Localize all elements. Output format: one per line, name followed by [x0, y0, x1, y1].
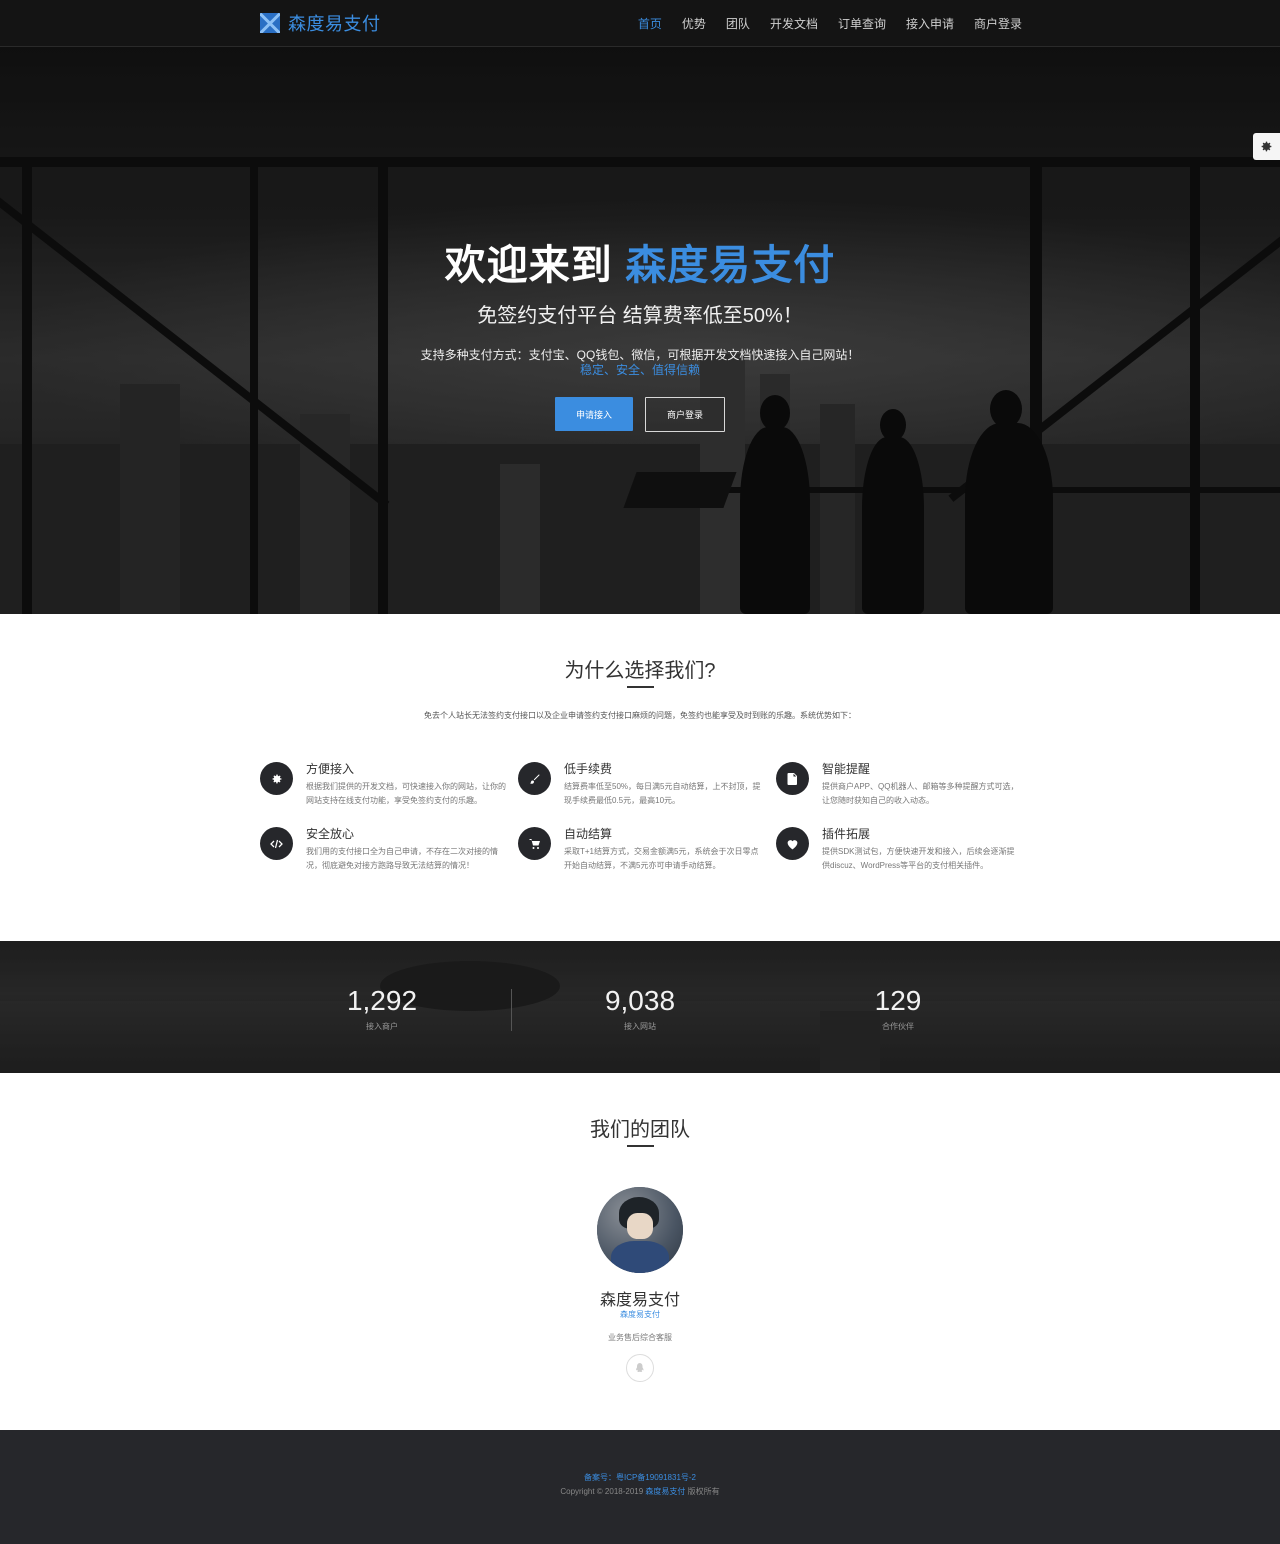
feature-icon-badge: [260, 827, 293, 860]
hero-title-accent: 森度易支付: [625, 242, 836, 288]
feature-plugins: 插件拓展 提供SDK测试包，方便快速开发和接入，后续会逐渐提供discuz、Wo…: [776, 825, 1026, 885]
document-icon: [787, 772, 797, 785]
hero-title: 欢迎来到 森度易支付: [0, 231, 1280, 291]
feature-title: 安全放心: [306, 827, 355, 841]
hero-overlay: [0, 47, 1280, 614]
gear-icon: [1261, 141, 1272, 152]
nav-item-apply[interactable]: 接入申请: [906, 15, 954, 32]
feature-icon-badge: [518, 827, 551, 860]
brand-logo-icon: [260, 13, 280, 33]
brand[interactable]: 森度易支付: [260, 12, 381, 34]
stat-label: 合作伙伴: [882, 1022, 914, 1031]
nav-item-advantages[interactable]: 优势: [682, 15, 706, 32]
member-name: 森度易支付: [599, 1292, 680, 1309]
footer-icp-link[interactable]: 备案号：粤ICP备19091831号-2: [0, 1472, 1280, 1483]
feature-title: 智能提醒: [822, 762, 871, 776]
feature-icon-badge: [776, 762, 809, 795]
why-section-title: 为什么选择我们?: [564, 660, 716, 682]
feature-text: 根据我们提供的开发文档，可快速接入你的网站，让你的网站支持在线支付功能，享受免签…: [306, 782, 506, 805]
feature-secure: 安全放心 我们用的支付接口全为自己申请，不存在二次对接的情况，彻底避免对接方跑路…: [260, 825, 510, 885]
feature-title: 插件拓展: [822, 827, 871, 841]
feature-low-fee: 低手续费 结算费率低至50%，每日满5元自动结算，上不封顶，提现手续费最低0.5…: [518, 760, 768, 820]
feature-icon-badge: [518, 762, 551, 795]
heart-icon: [787, 839, 798, 849]
stat-value: 1,292: [346, 985, 418, 1016]
hero-title-prefix: 欢迎来到: [444, 242, 613, 288]
stat-label: 接入网站: [624, 1022, 656, 1031]
settings-toggle[interactable]: [1253, 133, 1280, 160]
top-navbar: 森度易支付 首页 优势 团队 开发文档 订单查询 接入申请 商户登录: [0, 0, 1280, 47]
qq-contact-button[interactable]: [626, 1354, 654, 1382]
feature-icon-badge: [260, 762, 293, 795]
copyright-brand-link[interactable]: 森度易支付: [645, 1487, 685, 1496]
feature-text: 提供商户APP、QQ机器人、邮箱等多种提醒方式可选，让您随时获知自己的收入动态。: [822, 782, 1019, 805]
stat-value: 9,038: [604, 985, 676, 1016]
copyright-suffix: 版权所有: [687, 1487, 720, 1496]
nav-menu: 首页 优势 团队 开发文档 订单查询 接入申请 商户登录: [618, 0, 1022, 46]
why-title-divider: [627, 686, 654, 688]
feature-smart-alert: 智能提醒 提供商户APP、QQ机器人、邮箱等多种提醒方式可选，让您随时获知自己的…: [776, 760, 1026, 820]
feature-title: 方便接入: [306, 762, 355, 776]
team-section-title: 我们的团队: [590, 1119, 690, 1141]
member-role: 森度易支付: [620, 1310, 660, 1319]
merchant-login-button[interactable]: 商户登录: [645, 397, 725, 432]
stats-section: 1,292 接入商户 9,038 接入网站 129 合作伙伴: [0, 941, 1280, 1073]
nav-item-home[interactable]: 首页: [638, 15, 662, 32]
cart-icon: [529, 838, 540, 849]
feature-text: 采取T+1结算方式，交易金额满5元，系统会于次日零点开始自动结算，不满5元亦可申…: [564, 847, 759, 870]
nav-item-team[interactable]: 团队: [726, 15, 750, 32]
feature-text: 提供SDK测试包，方便快速开发和接入，后续会逐渐提供discuz、WordPre…: [822, 847, 1015, 870]
apply-button[interactable]: 申请接入: [555, 397, 633, 431]
hero-subtitle: 免签约支付平台 结算费率低至50%！: [477, 305, 803, 327]
stat-separator: [511, 989, 512, 1031]
feature-title: 低手续费: [564, 762, 613, 776]
feature-easy-access: 方便接入 根据我们提供的开发文档，可快速接入你的网站，让你的网站支持在线支付功能…: [260, 760, 510, 820]
nav-item-merchant-login[interactable]: 商户登录: [974, 15, 1022, 32]
avatar: [597, 1187, 683, 1273]
code-icon: [270, 839, 283, 848]
stat-label: 接入商户: [366, 1022, 398, 1031]
qq-icon: [636, 1363, 644, 1372]
hero-tags: 稳定、安全、值得信赖: [579, 363, 700, 377]
why-section-subtitle: 免去个人站长无法签约支付接口以及企业申请签约支付接口麻烦的问题，免签约也能享受及…: [424, 711, 856, 720]
nav-item-docs[interactable]: 开发文档: [770, 15, 818, 32]
feature-text: 结算费率低至50%，每日满5元自动结算，上不封顶，提现手续费最低0.5元，最高1…: [564, 782, 761, 805]
footer-copyright: Copyright © 2018-2019 森度易支付 版权所有: [0, 1486, 1280, 1497]
feature-text: 我们用的支付接口全为自己申请，不存在二次对接的情况，彻底避免对接方跑路导致无法结…: [306, 847, 498, 870]
member-description: 业务售后综合客服: [608, 1333, 672, 1342]
brand-name: 森度易支付: [288, 14, 381, 34]
feature-title: 自动结算: [564, 827, 613, 841]
nav-item-order-query[interactable]: 订单查询: [838, 15, 886, 32]
feature-auto-settle: 自动结算 采取T+1结算方式，交易金额满5元，系统会于次日零点开始自动结算，不满…: [518, 825, 768, 885]
stat-value: 129: [874, 985, 922, 1016]
hero-section: 欢迎来到 森度易支付 免签约支付平台 结算费率低至50%！ 支持多种支付方式：支…: [0, 47, 1280, 614]
footer: 备案号：粤ICP备19091831号-2 Copyright © 2018-20…: [0, 1430, 1280, 1544]
team-title-divider: [627, 1145, 654, 1147]
copyright-prefix: Copyright © 2018-2019: [560, 1487, 644, 1496]
feature-icon-badge: [776, 827, 809, 860]
gear-icon: [272, 774, 281, 783]
brush-icon: [529, 774, 539, 784]
